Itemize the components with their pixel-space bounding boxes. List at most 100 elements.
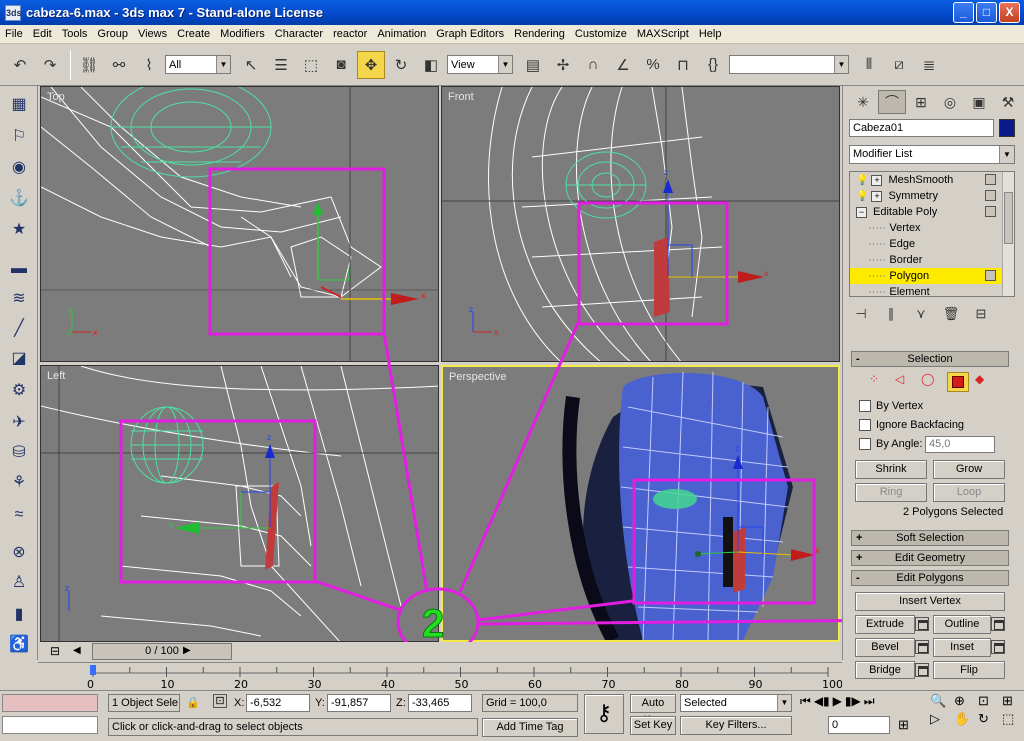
- go-to-start-icon[interactable]: ⏮: [800, 694, 811, 709]
- x-label: X:: [234, 697, 245, 709]
- display-tab-icon[interactable]: ▣: [965, 90, 993, 114]
- stack-item-edge[interactable]: ····· Edge: [850, 236, 1014, 252]
- stack-item-element[interactable]: ····· Element: [850, 284, 1014, 296]
- command-panel: ✳ ⌒ ⊞ ◎ ▣ ⚒ Cabeza01 Modifier List ▼ 💡 + M…: [842, 86, 1024, 679]
- expand-icon[interactable]: −: [856, 207, 867, 218]
- extrude-settings-button[interactable]: [915, 617, 929, 631]
- stack-item-toggle[interactable]: [985, 190, 996, 201]
- lock-icon[interactable]: 🔒: [186, 694, 200, 712]
- selection-rollout-header[interactable]: - Selection: [851, 351, 1009, 367]
- auto-key-button[interactable]: Auto Key: [630, 694, 676, 726]
- expand-icon[interactable]: +: [871, 175, 883, 186]
- loop-button[interactable]: Loop: [933, 483, 1005, 502]
- stack-item-label: Symmetry: [888, 190, 938, 202]
- stack-item-border[interactable]: ····· Border: [850, 252, 1014, 268]
- expand-icon[interactable]: +: [871, 191, 883, 202]
- time-configuration-icon[interactable]: ⊞: [898, 716, 909, 734]
- pin-stack-icon[interactable]: ⊣: [849, 306, 873, 322]
- time-slider[interactable]: 0 / 100: [92, 643, 232, 660]
- current-frame-field[interactable]: 0: [828, 716, 890, 734]
- inset-button[interactable]: Inset: [933, 638, 991, 657]
- modifier-toggle-icon[interactable]: 💡: [856, 191, 868, 202]
- stack-item-toggle[interactable]: [985, 174, 996, 185]
- tree-connector: ·····: [868, 254, 890, 266]
- polygon-level-icon[interactable]: [947, 372, 969, 392]
- maxscript-listener-mini[interactable]: [2, 694, 98, 712]
- chevron-down-icon: ▼: [777, 695, 791, 711]
- add-time-tag-button[interactable]: Add Time Tag: [482, 718, 578, 737]
- bevel-button[interactable]: Bevel: [855, 638, 915, 657]
- bridge-settings-button[interactable]: [915, 663, 929, 677]
- set-key-icon[interactable]: ⚷: [584, 694, 624, 734]
- key-filters-button[interactable]: Key Filters...: [680, 716, 792, 735]
- stack-item-meshsmooth[interactable]: 💡 + MeshSmooth: [850, 172, 1014, 188]
- y-coordinate-field[interactable]: -91,857: [327, 694, 391, 712]
- play-icon[interactable]: ▶: [833, 694, 842, 709]
- absolute-mode-icon[interactable]: ⊡: [213, 694, 227, 708]
- stack-item-label: Vertex: [889, 222, 921, 234]
- configure-modifier-sets-icon[interactable]: ⊟: [969, 306, 993, 322]
- stack-item-symmetry[interactable]: 💡 + Symmetry: [850, 188, 1014, 204]
- remove-modifier-icon[interactable]: 🗑: [939, 306, 963, 322]
- pan-icon[interactable]: ✋: [954, 711, 976, 727]
- bridge-button[interactable]: Bridge: [855, 661, 915, 679]
- insert-vertex-button[interactable]: Insert Vertex: [855, 592, 1005, 611]
- make-unique-icon[interactable]: ⋎: [909, 306, 933, 322]
- bevel-settings-button[interactable]: [915, 640, 929, 654]
- zoom-extents-icon[interactable]: ⊡: [978, 693, 1000, 709]
- stack-scrollbar[interactable]: [1002, 172, 1014, 296]
- border-level-icon[interactable]: ◯: [921, 372, 941, 392]
- zoom-extents-all-icon[interactable]: ⊞: [1002, 693, 1024, 709]
- by-vertex-checkbox[interactable]: By Vertex: [859, 398, 923, 414]
- modifier-list-dropdown[interactable]: Modifier List ▼: [849, 145, 1015, 164]
- inset-settings-button[interactable]: [991, 640, 1005, 654]
- object-color-swatch[interactable]: [999, 119, 1015, 137]
- next-frame-icon[interactable]: ▮▶: [845, 694, 861, 709]
- extrude-button[interactable]: Extrude: [855, 615, 915, 634]
- create-tab-icon[interactable]: ✳: [849, 90, 877, 114]
- hierarchy-tab-icon[interactable]: ⊞: [907, 90, 935, 114]
- outline-button[interactable]: Outline: [933, 615, 991, 634]
- stack-item-polygon[interactable]: ····· Polygon: [850, 268, 1014, 284]
- soft-selection-rollout-header[interactable]: + Soft Selection: [851, 530, 1009, 546]
- zoom-icon[interactable]: 🔍: [930, 693, 952, 709]
- angle-spinner[interactable]: 45,0: [925, 436, 995, 453]
- stack-item-editable-poly[interactable]: − Editable Poly: [850, 204, 1014, 220]
- stack-item-toggle[interactable]: [985, 270, 996, 281]
- key-mode-dropdown[interactable]: Selected ▼: [680, 694, 792, 712]
- shrink-button[interactable]: Shrink: [855, 460, 927, 479]
- edge-level-icon[interactable]: ◁: [895, 372, 915, 392]
- edit-polygons-rollout-header[interactable]: - Edit Polygons: [851, 570, 1009, 586]
- zoom-all-icon[interactable]: ⊕: [954, 693, 976, 709]
- flip-button[interactable]: Flip: [933, 661, 1005, 679]
- object-name-field[interactable]: Cabeza01: [849, 119, 994, 137]
- edit-geometry-rollout-header[interactable]: + Edit Geometry: [851, 550, 1009, 566]
- mini-curve-editor-icon[interactable]: ⊟: [50, 644, 60, 658]
- vertex-level-icon[interactable]: ⁘: [869, 372, 889, 392]
- previous-frame-icon[interactable]: ◀▮: [814, 694, 830, 709]
- ignore-backfacing-checkbox[interactable]: Ignore Backfacing: [859, 417, 964, 433]
- show-end-result-icon[interactable]: ∥: [879, 306, 903, 322]
- maxscript-listener-input[interactable]: [2, 716, 98, 734]
- stack-item-toggle[interactable]: [985, 206, 996, 217]
- set-key-button[interactable]: Set Key: [630, 716, 676, 735]
- outline-settings-button[interactable]: [991, 617, 1005, 631]
- by-angle-checkbox[interactable]: By Angle:: [859, 436, 922, 452]
- go-to-end-icon[interactable]: ⏭: [864, 694, 875, 709]
- time-slider-right-arrow[interactable]: ▶: [183, 645, 191, 656]
- track-bar[interactable]: 0 10 20 30 40 50 60 70 80 90 100: [38, 662, 843, 691]
- time-slider-left-arrow[interactable]: ◀: [73, 645, 81, 656]
- utilities-tab-icon[interactable]: ⚒: [994, 90, 1022, 114]
- z-coordinate-field[interactable]: -33,465: [408, 694, 472, 712]
- ring-button[interactable]: Ring: [855, 483, 927, 502]
- element-level-icon[interactable]: ◆: [975, 372, 995, 392]
- grow-button[interactable]: Grow: [933, 460, 1005, 479]
- field-of-view-icon[interactable]: ▷: [930, 711, 952, 727]
- modifier-toggle-icon[interactable]: 💡: [856, 175, 868, 186]
- motion-tab-icon[interactable]: ◎: [936, 90, 964, 114]
- arc-rotate-icon[interactable]: ↻: [978, 711, 1000, 727]
- maximize-viewport-icon[interactable]: ⬚: [1002, 711, 1024, 727]
- x-coordinate-field[interactable]: -6,532: [246, 694, 310, 712]
- modify-tab-icon[interactable]: ⌒: [878, 90, 906, 114]
- stack-item-vertex[interactable]: ····· Vertex: [850, 220, 1014, 236]
